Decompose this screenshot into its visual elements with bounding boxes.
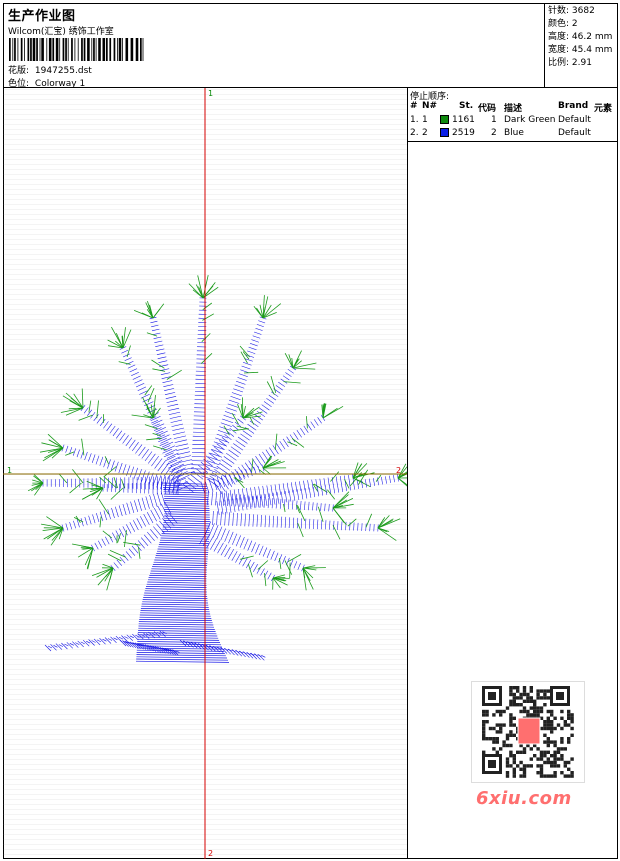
col-element-header: 元素 [594, 104, 613, 114]
colors-label: 颜色: [548, 19, 570, 29]
watermark-site: 6xiu.com [476, 788, 572, 809]
barcode [9, 38, 144, 61]
colors-row: 颜色: 2 [548, 18, 618, 31]
qr-code-icon [482, 686, 574, 778]
header: 生产作业图 Wilcom(汇宝) 绣饰工作室 花版: 1947255.dst 色… [3, 3, 618, 89]
company-name: Wilcom(汇宝) 绣饰工作室 [8, 27, 114, 37]
col-num-header: # [410, 101, 418, 111]
design-value: 1947255.dst [34, 66, 92, 76]
row-brand: Default [558, 128, 591, 138]
stop-sequence-panel: 停止顺序: # N# St. 代码 描述 Brand 元素 1. 1 1161 … [408, 88, 618, 142]
stitches-label: 针数: [548, 6, 570, 16]
col-daihao-header: 代码 [478, 104, 497, 114]
qr-code-watermark [471, 681, 585, 783]
row-st: 2519 [452, 128, 475, 138]
width-label: 宽度: [548, 45, 570, 55]
col-brand-header: Brand [558, 101, 589, 111]
row-daihao: 2 [491, 128, 497, 138]
axis-label-bottom: 2 [208, 849, 213, 858]
embroidery-preview: 1 2 1 2 [3, 88, 407, 859]
row-code: 1 [422, 115, 428, 125]
height-row: 高度: 46.2 mm [548, 31, 618, 44]
color-swatch [440, 128, 449, 137]
color-swatch [440, 115, 449, 124]
scale-label: 比例: [548, 58, 570, 68]
design-line: 花版: 1947255.dst [8, 63, 92, 76]
col-desc-header: 描述 [504, 104, 523, 114]
stats-panel: 针数: 3682 颜色: 2 高度: 46.2 mm 宽度: 45.4 mm 比… [544, 3, 618, 88]
height-value: 46.2 mm [571, 32, 613, 42]
design-canvas: 1 2 1 2 [3, 88, 408, 859]
col-code-header: N# [422, 101, 438, 111]
row-code: 2 [422, 128, 428, 138]
stitches-row: 针数: 3682 [548, 5, 618, 18]
seal-icon [517, 717, 541, 745]
row-st: 1161 [452, 115, 475, 125]
row-num: 2. [410, 128, 419, 138]
axis-label-top: 1 [208, 89, 213, 98]
width-row: 宽度: 45.4 mm [548, 44, 618, 57]
colors-value: 2 [571, 19, 578, 29]
col-st-header: St. [459, 101, 474, 111]
row-daihao: 1 [491, 115, 497, 125]
width-value: 45.4 mm [571, 45, 613, 55]
axis-label-left: 1 [7, 466, 12, 475]
axis-label-right: 2 [396, 466, 401, 475]
stitches-value: 3682 [571, 6, 595, 16]
page-title: 生产作业图 [8, 9, 76, 24]
row-num: 1. [410, 115, 419, 125]
row-desc: Blue [504, 128, 524, 138]
scale-value: 2.91 [571, 58, 592, 68]
scale-row: 比例: 2.91 [548, 57, 618, 70]
row-brand: Default [558, 115, 591, 125]
row-desc: Dark Green [504, 115, 556, 125]
height-label: 高度: [548, 32, 570, 42]
design-label: 花版: [8, 66, 30, 76]
